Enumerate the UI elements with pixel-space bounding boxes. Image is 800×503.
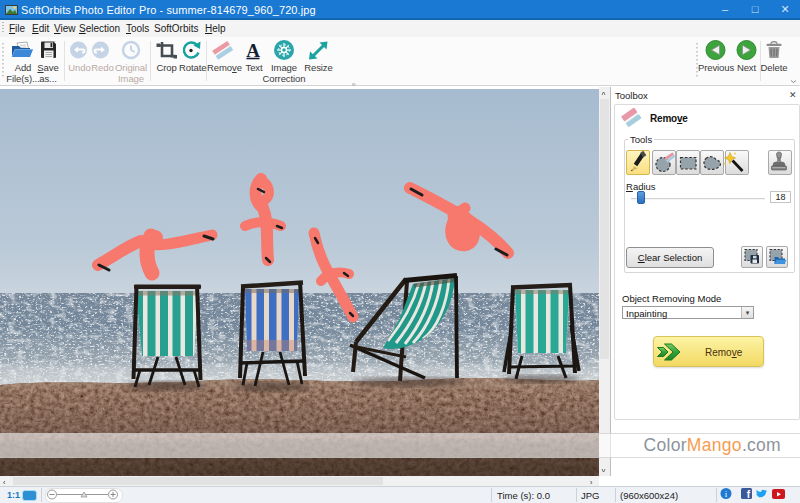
svg-text:A: A [246, 40, 260, 61]
